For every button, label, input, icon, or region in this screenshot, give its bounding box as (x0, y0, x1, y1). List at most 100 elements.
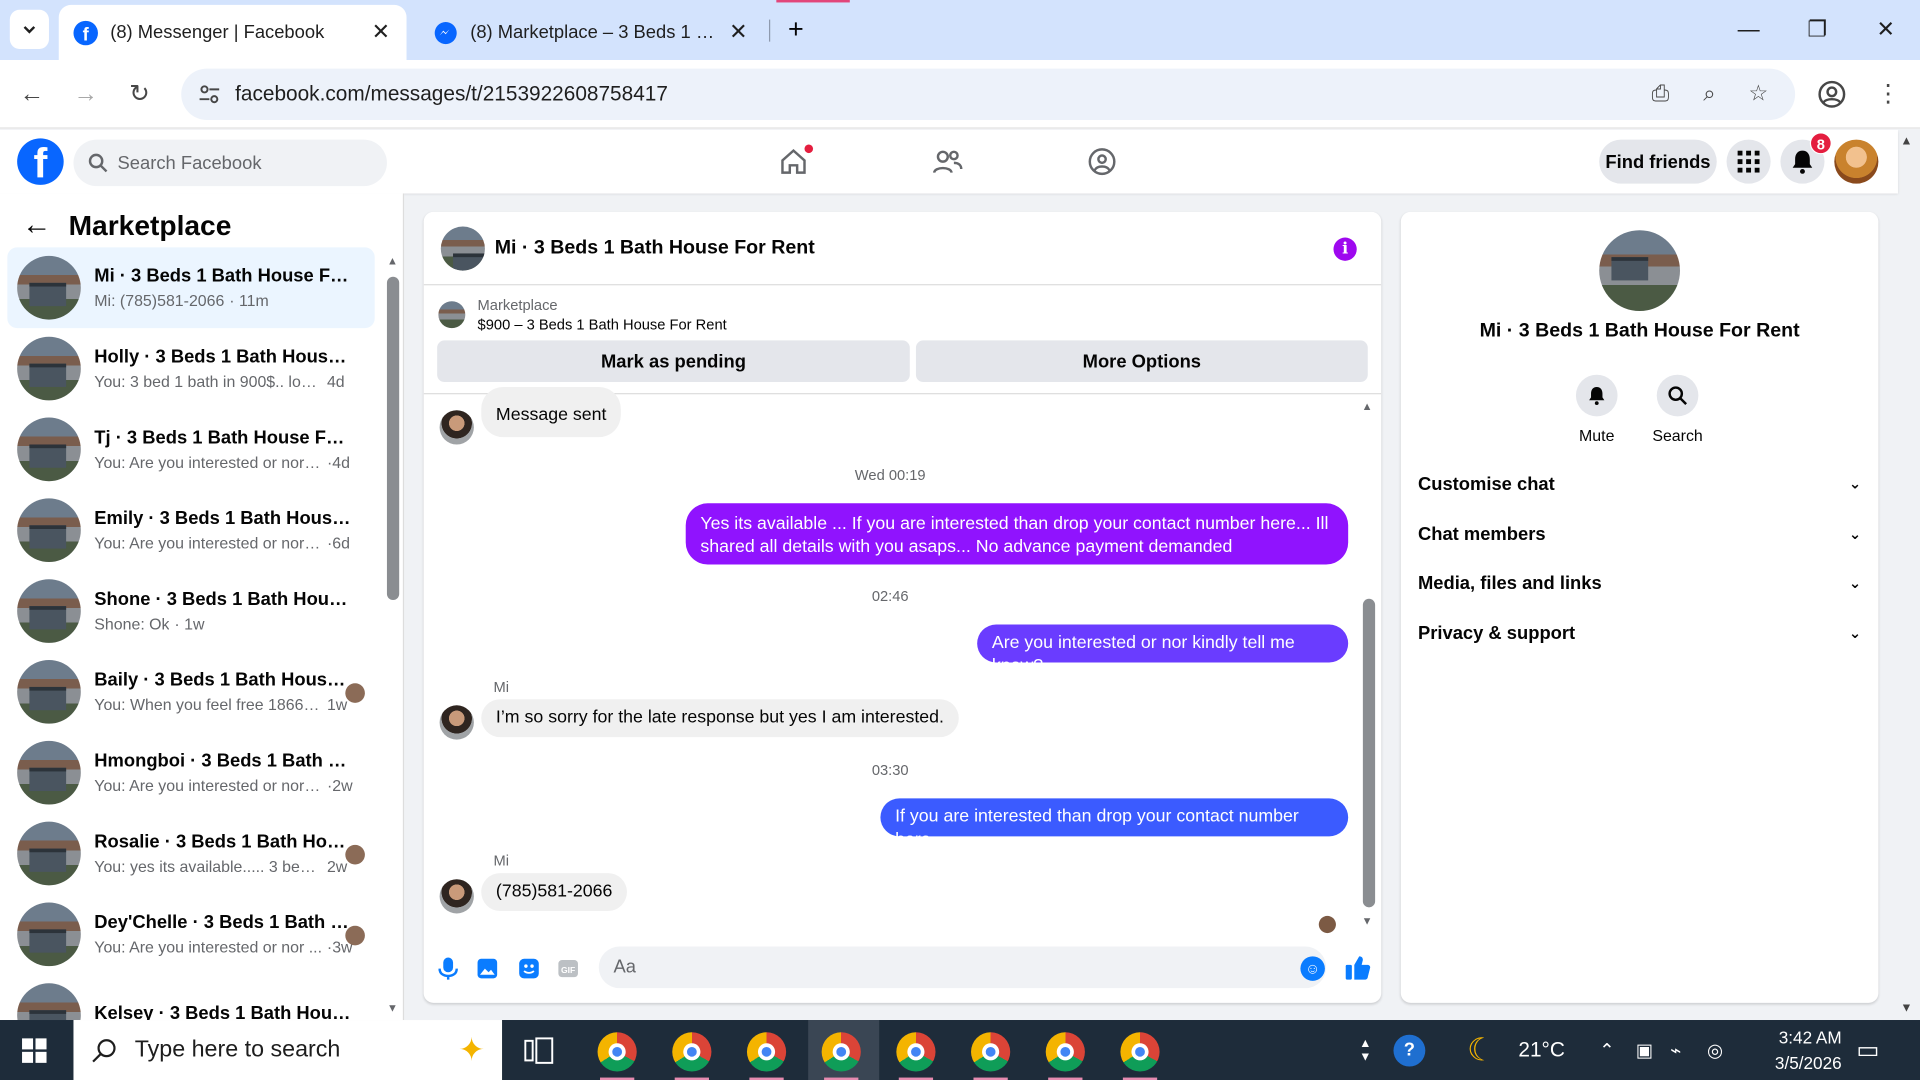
page-scroll-up-icon[interactable]: ▲ (1900, 135, 1912, 148)
close-window-button[interactable]: ✕ (1861, 12, 1910, 46)
search-label: Search (1652, 426, 1703, 445)
install-app-icon[interactable]: ⎙ (1646, 81, 1675, 110)
sender-name: Mi (493, 678, 509, 696)
conversation-time: · 1w (174, 614, 205, 634)
conversation-item[interactable]: Kelsey · 3 Beds 1 Bath House Fo... (7, 975, 374, 1021)
page-scroll-down-icon[interactable]: ▼ (1900, 1002, 1912, 1015)
site-settings-icon[interactable] (196, 81, 223, 108)
profile-icon[interactable] (1817, 80, 1846, 109)
conversation-item[interactable]: Rosalie · 3 Beds 1 Bath House... You: yes… (7, 813, 374, 894)
thumbs-up-icon[interactable] (1345, 954, 1372, 981)
tab-search-button[interactable] (9, 9, 49, 49)
conversation-item[interactable]: Emily · 3 Beds 1 Bath House For... You: A… (7, 490, 374, 571)
facebook-search-input[interactable]: Search Facebook (73, 139, 387, 187)
find-friends-button[interactable]: Find friends (1599, 139, 1717, 184)
account-avatar[interactable] (1834, 139, 1879, 184)
tab-messenger[interactable]: f (8) Messenger | Facebook ✕ (58, 4, 407, 61)
notification-center-icon[interactable]: ▭ (1856, 1020, 1879, 1080)
minimize-button[interactable]: — (1724, 12, 1773, 46)
browser-menu-icon[interactable]: ⋮ (1871, 77, 1905, 111)
mark-as-pending-button[interactable]: Mark as pending (437, 340, 910, 383)
close-tab-icon[interactable]: ✕ (370, 20, 392, 46)
conversation-item[interactable]: Shone · 3 Beds 1 Bath House Fo... Shone: … (7, 571, 374, 652)
taskbar-search-input[interactable]: Type here to search ✦ (73, 1020, 503, 1080)
seen-avatar (345, 925, 365, 946)
media-files-links-section[interactable]: Media, files and links ⌄ (1418, 558, 1861, 607)
customise-chat-section[interactable]: Customise chat ⌄ (1418, 459, 1861, 508)
conversation-item[interactable]: Holly · 3 Beds 1 Bath House For ... You: … (7, 328, 374, 409)
listing-thumbnail (17, 740, 81, 805)
search-icon (88, 153, 108, 173)
menu-button[interactable] (1726, 139, 1771, 184)
chrome-icon[interactable] (746, 1032, 787, 1072)
weather-moon-icon[interactable]: ☾ (1467, 1020, 1496, 1080)
meet-icon[interactable]: ▣ (1636, 1020, 1653, 1080)
back-button[interactable]: ← (15, 77, 49, 111)
chrome-icon[interactable] (672, 1032, 712, 1072)
listing-thumbnail (17, 579, 81, 643)
contact-avatar[interactable] (1599, 230, 1681, 312)
conversation-snippet: You: Are you interested or nor kin... (94, 533, 323, 553)
zoom-icon[interactable]: ⌕ (1695, 81, 1724, 110)
scroll-down-arrow-icon[interactable]: ▼ (1362, 915, 1373, 927)
chat-avatar[interactable] (440, 226, 485, 271)
conversation-item[interactable]: Tj · 3 Beds 1 Bath House For Rent You: Ar… (7, 409, 374, 490)
emoji-icon[interactable]: ☺ (1300, 956, 1325, 981)
tab-marketplace[interactable]: (8) Marketplace – 3 Beds 1 Bath ✕ (419, 5, 764, 60)
groups-nav-button[interactable] (1078, 140, 1127, 184)
reload-button[interactable]: ↻ (122, 77, 156, 111)
more-options-button[interactable]: More Options (915, 340, 1368, 383)
conversation-scrollbar[interactable] (386, 276, 400, 601)
sticker-icon[interactable] (517, 956, 541, 980)
bookmark-star-icon[interactable]: ☆ (1744, 81, 1773, 110)
gif-icon[interactable]: GIF (556, 956, 580, 980)
listing-title[interactable]: $900 – 3 Beds 1 Bath House For Rent (478, 316, 727, 333)
info-icon[interactable]: i (1333, 237, 1357, 261)
chrome-icon[interactable] (971, 1032, 1011, 1072)
conversation-item[interactable]: Dey'Chelle · 3 Beds 1 Bath Ho... You: Are… (7, 894, 374, 975)
address-bar[interactable]: facebook.com/messages/t/2153922608758417… (181, 68, 1796, 121)
close-tab-icon[interactable]: ✕ (727, 20, 749, 46)
chat-title[interactable]: Mi · 3 Beds 1 Bath House For Rent (495, 238, 815, 260)
forward-button[interactable]: → (69, 77, 103, 111)
microphone-icon[interactable] (436, 956, 460, 980)
chrome-icon[interactable] (1045, 1032, 1085, 1072)
listing-thumbnail (17, 660, 81, 724)
search-conversation-button[interactable]: Search (1635, 374, 1721, 445)
new-tab-button[interactable]: + (779, 12, 813, 46)
facebook-header: f Search Facebook Find friends (0, 129, 1898, 194)
clock[interactable]: 3:42 AM 3/5/2026 (1749, 1020, 1842, 1080)
volume-icon[interactable]: ◎ (1707, 1020, 1723, 1080)
marketplace-label: Marketplace (477, 296, 558, 314)
conversation-item[interactable]: Baily · 3 Beds 1 Bath House F... You: Whe… (7, 651, 374, 732)
scroll-down-arrow-icon[interactable]: ▼ (387, 1002, 398, 1014)
chat-members-section[interactable]: Chat members ⌄ (1418, 509, 1861, 558)
conversation-text: Kelsey · 3 Beds 1 Bath House Fo... (94, 1002, 374, 1020)
network-icon[interactable]: ⌁ (1670, 1020, 1681, 1080)
message-input[interactable]: Aa (598, 946, 1327, 989)
chrome-icon[interactable] (821, 1032, 861, 1072)
back-arrow-icon[interactable]: ← (22, 208, 51, 242)
chevron-up-icon[interactable]: ⌃ (1599, 1020, 1614, 1080)
facebook-logo-icon[interactable]: f (17, 138, 64, 185)
mute-button[interactable]: Mute (1554, 374, 1640, 444)
chevron-down-icon: ⌄ (1848, 574, 1862, 592)
task-view-icon[interactable] (524, 1037, 554, 1064)
friends-nav-button[interactable] (923, 140, 972, 184)
restore-button[interactable]: ❐ (1793, 12, 1842, 46)
temperature[interactable]: 21°C (1518, 1020, 1565, 1080)
show-hidden-icons[interactable]: ▲ ▼ (1359, 1020, 1371, 1080)
chrome-icon[interactable] (1120, 1032, 1160, 1072)
conversation-item[interactable]: Hmongboi · 3 Beds 1 Bath Hous... You: Are… (7, 732, 374, 813)
privacy-support-section[interactable]: Privacy & support ⌄ (1418, 609, 1861, 658)
conversation-item[interactable]: Mi · 3 Beds 1 Bath House For Re... Mi: (7… (7, 247, 375, 329)
help-icon[interactable]: ? (1393, 1020, 1426, 1080)
photo-icon[interactable] (475, 956, 499, 980)
home-nav-button[interactable] (769, 140, 818, 184)
chrome-icon[interactable] (896, 1032, 936, 1072)
scroll-up-arrow-icon[interactable]: ▲ (387, 255, 398, 267)
chat-scrollbar[interactable] (1362, 598, 1376, 908)
scroll-up-arrow-icon[interactable]: ▲ (1362, 400, 1373, 412)
chrome-icon[interactable] (597, 1032, 637, 1072)
windows-start-icon[interactable] (22, 1038, 47, 1063)
